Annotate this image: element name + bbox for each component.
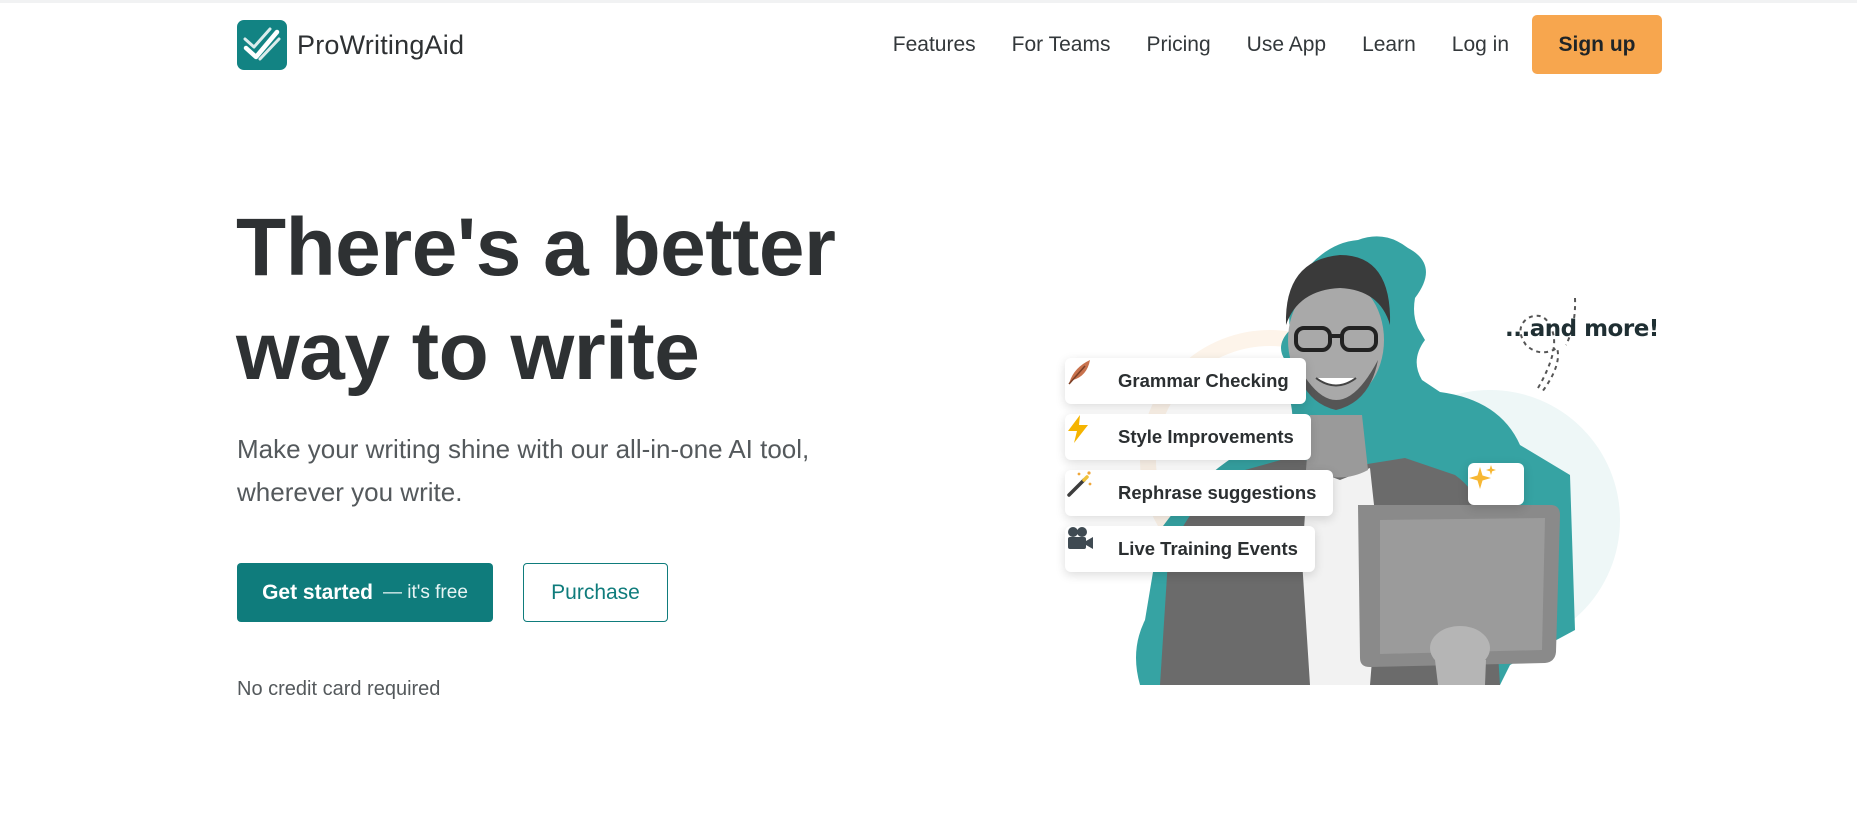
feature-pill-grammar: Grammar Checking: [1065, 358, 1306, 404]
hero-title: There's a better way to write: [236, 196, 836, 404]
main-nav: Features For Teams Pricing Use App Learn…: [893, 15, 1662, 74]
nav-use-app[interactable]: Use App: [1247, 33, 1326, 57]
no-credit-card-note: No credit card required: [237, 678, 441, 700]
person-wrist: [1435, 660, 1486, 685]
feature-label: Rephrase suggestions: [1118, 482, 1317, 503]
hero-title-line-2: way to write: [236, 306, 700, 397]
nav-features[interactable]: Features: [893, 33, 976, 57]
feature-pill-style: Style Improvements: [1065, 414, 1311, 460]
top-border: [0, 0, 1857, 3]
person-neck: [1306, 415, 1368, 478]
get-started-label: Get started: [262, 580, 373, 604]
nav-learn[interactable]: Learn: [1362, 33, 1416, 57]
and-more-label: ...and more!: [1505, 316, 1659, 342]
nav-log-in[interactable]: Log in: [1452, 33, 1509, 57]
quill-icon: [1068, 360, 1107, 396]
get-started-button[interactable]: Get started — it's free: [237, 563, 493, 622]
hero-subtitle: Make your writing shine with our all-in-…: [237, 434, 810, 507]
brand-name: ProWritingAid: [297, 29, 465, 60]
person-with-laptop-illustration: [1136, 236, 1620, 685]
hero-illustration: ...and more! Grammar Checking Style Impr…: [1040, 230, 1740, 700]
video-camera-icon: [1068, 527, 1107, 564]
magic-wand-icon: [1067, 471, 1107, 508]
feature-pill-rephrase: Rephrase suggestions: [1065, 470, 1334, 516]
purchase-button[interactable]: Purchase: [523, 563, 668, 622]
feature-label: Style Improvements: [1118, 426, 1294, 447]
sparkles-badge: [1468, 463, 1524, 505]
nav-for-teams[interactable]: For Teams: [1012, 33, 1111, 57]
nav-pricing[interactable]: Pricing: [1146, 33, 1210, 57]
lightning-icon: [1068, 415, 1107, 452]
sparkles-icon: [1469, 465, 1496, 489]
hero-title-line-1: There's a better: [236, 202, 836, 293]
feature-pill-training: Live Training Events: [1065, 526, 1315, 572]
sign-up-button[interactable]: Sign up: [1532, 15, 1662, 74]
logo[interactable]: ProWritingAid: [237, 20, 464, 70]
feature-label: Grammar Checking: [1118, 370, 1289, 391]
get-started-note: — it's free: [382, 581, 468, 603]
feature-label: Live Training Events: [1118, 538, 1298, 559]
prowritingaid-logo-icon: [237, 20, 287, 70]
